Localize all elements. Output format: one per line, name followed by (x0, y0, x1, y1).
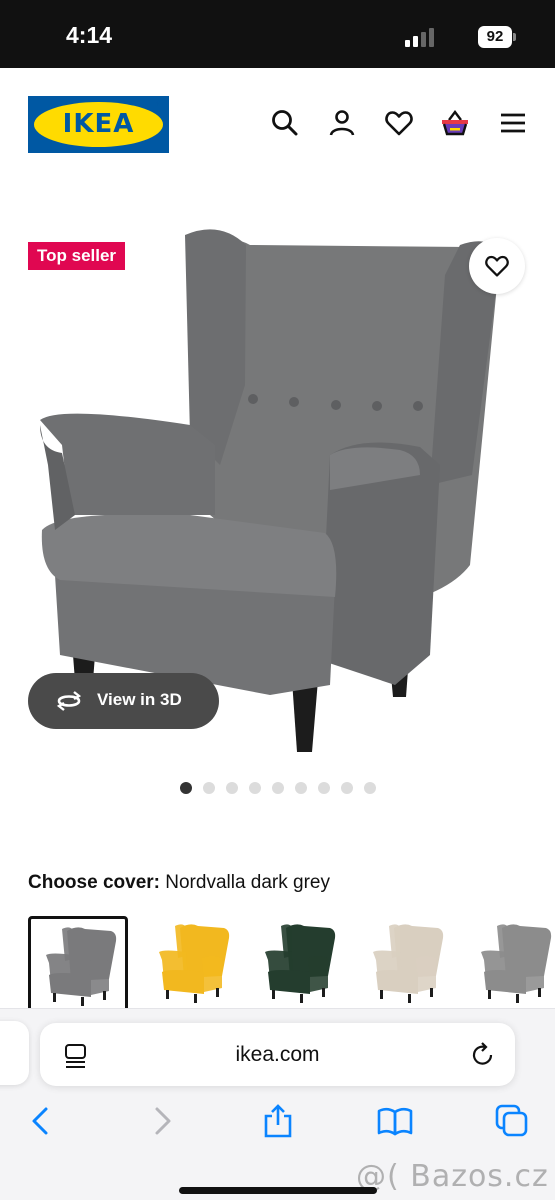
carousel-dot[interactable] (318, 782, 330, 794)
heart-icon (485, 255, 509, 277)
menu-icon[interactable] (498, 108, 528, 138)
carousel-dot[interactable] (203, 782, 215, 794)
home-indicator (179, 1187, 377, 1194)
watermark: @( Bazos.cz (356, 1159, 549, 1194)
search-icon[interactable] (270, 108, 300, 138)
basket-icon[interactable] (440, 108, 470, 138)
status-bar: 4:14 92 (0, 0, 555, 68)
product-image-gallery[interactable]: Top seller View in 3D (0, 215, 555, 770)
ikea-logo[interactable]: IKEA ® (28, 96, 169, 153)
choose-cover-heading: Choose cover: Nordvalla dark grey (28, 872, 330, 894)
tabs-icon[interactable] (494, 1103, 530, 1139)
cover-option[interactable] (144, 916, 244, 1016)
logo-text: IKEA (62, 109, 135, 139)
carousel-dot[interactable] (249, 782, 261, 794)
carousel-dot[interactable] (295, 782, 307, 794)
view-in-3d-button[interactable]: View in 3D (28, 673, 219, 729)
rotate-3d-icon (56, 691, 82, 711)
selected-cover-name: Nordvalla dark grey (165, 872, 331, 893)
cover-option[interactable] (28, 916, 128, 1016)
carousel-dot[interactable] (364, 782, 376, 794)
previous-tab[interactable] (0, 1021, 29, 1085)
cover-option[interactable] (358, 916, 458, 1016)
heart-icon[interactable] (384, 108, 414, 138)
reload-icon[interactable] (470, 1041, 496, 1069)
choose-cover-label: Choose cover: (28, 872, 160, 893)
add-to-favourites-button[interactable] (469, 238, 525, 294)
browser-toolbar: ikea.com @( Bazos.cz (0, 1008, 555, 1200)
carousel-dot[interactable] (341, 782, 353, 794)
cover-option[interactable] (466, 916, 555, 1016)
signal-icon (405, 27, 435, 47)
url-text: ikea.com (235, 1043, 320, 1066)
carousel-dot[interactable] (180, 782, 192, 794)
status-time: 4:14 (66, 22, 113, 48)
share-icon[interactable] (260, 1103, 296, 1139)
carousel-dot[interactable] (272, 782, 284, 794)
top-seller-badge: Top seller (28, 242, 126, 270)
back-icon[interactable] (24, 1103, 60, 1139)
forward-icon[interactable] (143, 1103, 179, 1139)
carousel-dot[interactable] (226, 782, 238, 794)
battery-level: 92 (478, 26, 512, 48)
view-in-3d-label: View in 3D (97, 690, 182, 709)
user-icon[interactable] (327, 108, 357, 138)
bookmarks-icon[interactable] (377, 1103, 413, 1139)
address-bar[interactable]: ikea.com (40, 1023, 515, 1086)
site-header: IKEA ® (0, 68, 555, 188)
cover-option[interactable] (250, 916, 350, 1016)
battery-icon: 92 (478, 26, 516, 48)
